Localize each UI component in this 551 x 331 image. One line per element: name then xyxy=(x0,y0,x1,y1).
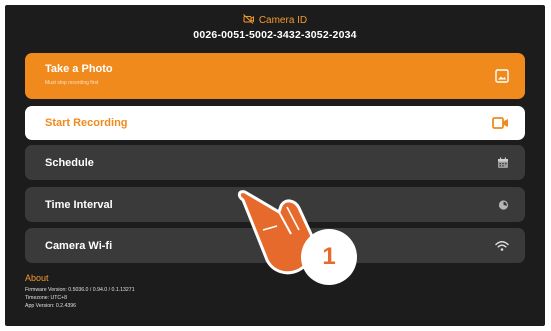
start-recording-button[interactable]: Start Recording xyxy=(25,106,525,140)
camera-wifi-label: Camera Wi-fi xyxy=(45,240,113,252)
about-section: About Firmware Version: 0.5036.0 / 0.94.… xyxy=(25,273,135,310)
timer-icon xyxy=(498,199,509,210)
camera-id-label: Camera ID xyxy=(258,15,308,26)
firmware-version: Firmware Version: 0.5036.0 / 0.94.0 / 0.… xyxy=(25,287,135,293)
start-recording-label: Start Recording xyxy=(45,117,128,129)
take-photo-label: Take a Photo xyxy=(45,63,113,75)
header: Camera ID 0026-0051-5002-3432-3052-2034 xyxy=(5,5,545,50)
camera-id-value: 0026-0051-5002-3432-3052-2034 xyxy=(193,29,357,41)
calendar-icon xyxy=(497,157,509,169)
image-icon xyxy=(495,69,509,83)
step-number: 1 xyxy=(322,243,336,270)
schedule-label: Schedule xyxy=(45,157,94,169)
app-version: App Version: 0.2.4396 xyxy=(25,303,77,309)
schedule-button[interactable]: Schedule xyxy=(25,145,525,180)
step-badge: 1 xyxy=(301,229,357,285)
camera-off-icon xyxy=(242,14,254,27)
time-interval-label: Time Interval xyxy=(45,199,113,211)
take-photo-button[interactable]: Take a Photo Must stop recording first xyxy=(25,53,525,99)
wifi-icon xyxy=(495,240,509,251)
video-camera-icon xyxy=(492,117,509,129)
timezone: Timezone: UTC+8 xyxy=(25,295,68,301)
app-screen: Camera ID 0026-0051-5002-3432-3052-2034 … xyxy=(5,5,545,326)
camera-id-title: Camera ID xyxy=(5,14,545,27)
about-title: About xyxy=(25,273,49,283)
take-photo-sublabel: Must stop recording first xyxy=(45,80,99,86)
